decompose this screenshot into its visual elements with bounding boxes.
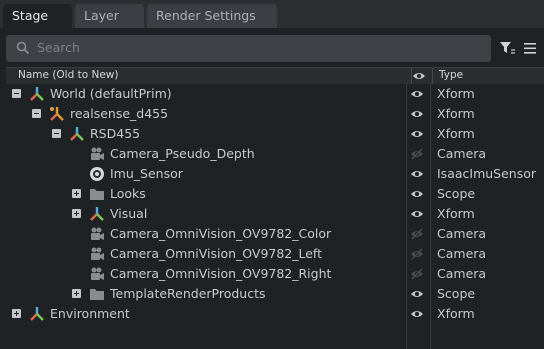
visibility-eye-icon[interactable] <box>410 108 424 120</box>
expand-icon[interactable] <box>72 289 81 298</box>
sensor-icon <box>89 166 105 182</box>
search-placeholder: Search <box>37 40 80 55</box>
tab-layer[interactable]: Layer <box>75 4 144 28</box>
tree-row[interactable]: Camera_OmniVision_OV9782_Left Camera <box>6 244 544 264</box>
visibility-eye-icon[interactable] <box>410 308 424 320</box>
expand-icon[interactable] <box>72 209 81 218</box>
tree-header: Name (Old to New) Type <box>6 67 544 84</box>
hidden-eye-icon[interactable] <box>410 248 424 260</box>
prim-type: Scope <box>437 186 476 201</box>
camera-icon <box>89 226 105 242</box>
prim-type: Xform <box>437 86 475 101</box>
prim-name: RSD455 <box>90 126 141 141</box>
visibility-eye-icon[interactable] <box>410 288 424 300</box>
folder-icon <box>89 286 105 302</box>
tab-layer-label: Layer <box>84 8 119 23</box>
visibility-eye-icon[interactable] <box>410 168 424 180</box>
tree-row[interactable]: Imu_Sensor IsaacImuSensor <box>6 164 544 184</box>
visibility-eye-icon[interactable] <box>410 188 424 200</box>
tree-row[interactable]: RSD455 Xform <box>6 124 544 144</box>
prim-name: Camera_OmniVision_OV9782_Right <box>110 266 332 281</box>
prim-type: Camera <box>437 226 487 241</box>
xform-icon <box>89 206 105 222</box>
xform-icon <box>29 306 45 322</box>
collapse-icon[interactable] <box>52 129 61 138</box>
prim-name: Imu_Sensor <box>110 166 183 181</box>
prim-name: Camera_Pseudo_Depth <box>110 146 255 161</box>
folder-icon <box>89 186 105 202</box>
tree-row[interactable]: Environment Xform <box>6 304 544 324</box>
hidden-eye-icon[interactable] <box>410 148 424 160</box>
tree-row[interactable]: Camera_OmniVision_OV9782_Color Camera <box>6 224 544 244</box>
tree-row[interactable]: realsense_d455 Xform <box>6 104 544 124</box>
visibility-column-eye-icon[interactable] <box>412 70 426 82</box>
xform-icon <box>69 126 85 142</box>
filter-icon[interactable] <box>499 40 515 56</box>
tree-row[interactable]: Camera_Pseudo_Depth Camera <box>6 144 544 164</box>
tree-row[interactable]: TemplateRenderProducts Scope <box>6 284 544 304</box>
prim-name: World (defaultPrim) <box>50 86 172 101</box>
type-column-header[interactable]: Type <box>439 69 463 81</box>
prim-type: Xform <box>437 126 475 141</box>
prim-type: Camera <box>437 266 487 281</box>
tree-row[interactable]: Camera_OmniVision_OV9782_Right Camera <box>6 264 544 284</box>
prim-type: Camera <box>437 146 487 161</box>
tree-row[interactable]: Looks Scope <box>6 184 544 204</box>
camera-icon <box>89 246 105 262</box>
collapse-icon[interactable] <box>12 89 21 98</box>
tab-render-settings[interactable]: Render Settings <box>147 4 277 28</box>
prim-type: IsaacImuSensor <box>437 166 537 181</box>
prim-name: Environment <box>50 306 130 321</box>
prim-type: Scope <box>437 286 476 301</box>
xform-icon <box>29 86 45 102</box>
prim-name: Looks <box>110 186 146 201</box>
tab-render-settings-label: Render Settings <box>156 8 256 23</box>
camera-icon <box>89 146 105 162</box>
visibility-eye-icon[interactable] <box>410 88 424 100</box>
prim-name: Camera_OmniVision_OV9782_Color <box>110 226 332 241</box>
options-menu-icon[interactable] <box>523 40 537 56</box>
camera-icon <box>89 266 105 282</box>
hidden-eye-icon[interactable] <box>410 228 424 240</box>
search-row: Search <box>0 30 544 66</box>
prim-name: TemplateRenderProducts <box>110 286 266 301</box>
hidden-eye-icon[interactable] <box>410 268 424 280</box>
name-column-header[interactable]: Name (Old to New) <box>18 69 118 81</box>
prim-name: Visual <box>110 206 148 221</box>
tree-row[interactable]: World (defaultPrim) Xform <box>6 84 544 104</box>
tree-row[interactable]: Visual Xform <box>6 204 544 224</box>
visibility-eye-icon[interactable] <box>410 208 424 220</box>
column-divider <box>432 68 433 84</box>
tab-bar: Stage Layer Render Settings <box>0 0 544 30</box>
xform-reference-icon <box>49 106 65 122</box>
visibility-eye-icon[interactable] <box>410 128 424 140</box>
prim-type: Xform <box>437 206 475 221</box>
search-icon <box>16 41 30 55</box>
prim-type: Xform <box>437 106 475 121</box>
expand-icon[interactable] <box>72 189 81 198</box>
collapse-icon[interactable] <box>32 109 41 118</box>
prim-name: Camera_OmniVision_OV9782_Left <box>110 246 323 261</box>
prim-type: Xform <box>437 306 475 321</box>
prim-type: Camera <box>437 246 487 261</box>
prim-name: realsense_d455 <box>70 106 169 121</box>
expand-icon[interactable] <box>12 309 21 318</box>
tab-stage-label: Stage <box>12 8 49 23</box>
search-input[interactable]: Search <box>6 35 491 62</box>
tab-stage[interactable]: Stage <box>3 4 72 28</box>
